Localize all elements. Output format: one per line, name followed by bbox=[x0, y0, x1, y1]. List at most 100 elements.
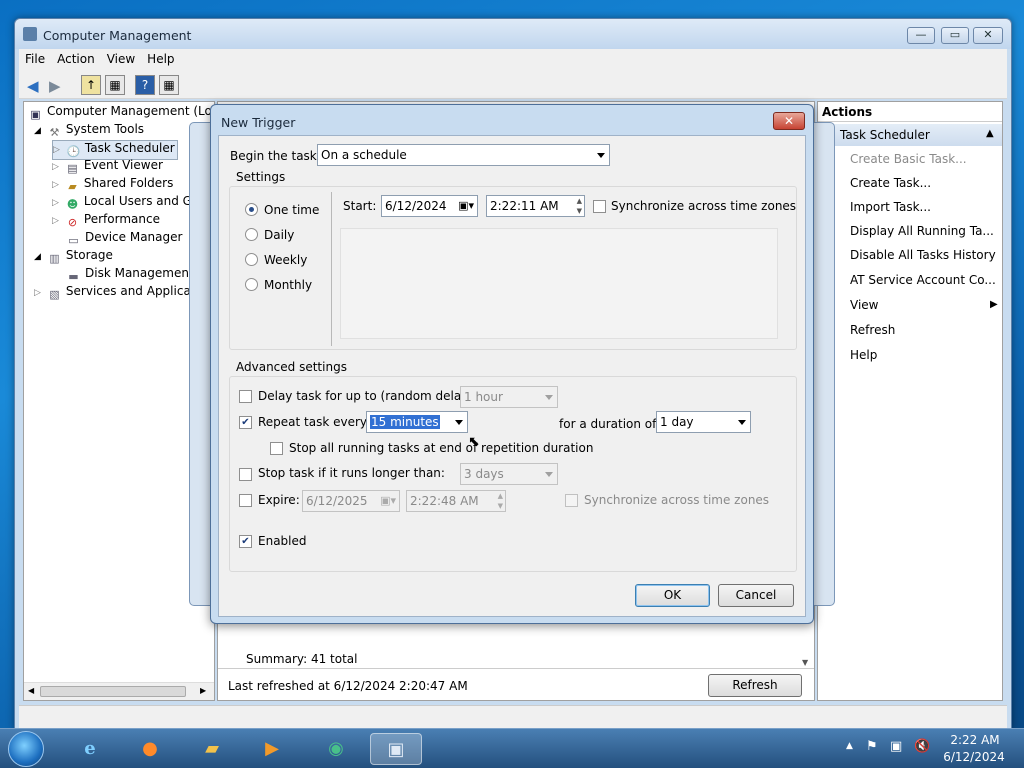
ok-button[interactable]: OK bbox=[635, 584, 710, 607]
tree-system-tools[interactable]: ◢ ⚒ System Tools bbox=[34, 122, 144, 140]
tree-storage[interactable]: ◢ ▥ Storage bbox=[34, 248, 113, 266]
action-create-basic-task[interactable]: Create Basic Task... bbox=[850, 152, 967, 166]
scroll-thumb[interactable] bbox=[40, 686, 186, 697]
up-folder-icon[interactable]: ↑ bbox=[81, 75, 101, 95]
expand-icon[interactable]: ▷ bbox=[53, 145, 60, 155]
tree-performance[interactable]: ▷ ⊘ Performance bbox=[52, 212, 160, 230]
expire-time-spinner[interactable]: 2:22:48 AM ▲ ▼ bbox=[406, 490, 506, 512]
radio-monthly[interactable] bbox=[245, 278, 258, 291]
tree-services-applications[interactable]: ▷ ▧ Services and Applicatio bbox=[34, 284, 206, 302]
action-display-running[interactable]: Display All Running Ta... bbox=[850, 224, 994, 238]
calendar-icon[interactable]: ▣▾ bbox=[458, 199, 474, 212]
tree-task-scheduler[interactable]: ▷ 🕒 Task Scheduler bbox=[52, 140, 178, 160]
stop-longer-checkbox[interactable] bbox=[239, 468, 252, 481]
show-hidden-icons-icon[interactable]: ▲ bbox=[846, 741, 853, 751]
close-button[interactable]: ✕ bbox=[973, 27, 1003, 44]
collapse-icon[interactable]: ◢ bbox=[34, 252, 41, 262]
expand-icon[interactable]: ▷ bbox=[52, 180, 59, 190]
tree-horizontal-scrollbar[interactable]: ◀ ▶ bbox=[24, 682, 214, 700]
sync-timezones-label[interactable]: Synchronize across time zones bbox=[611, 199, 796, 213]
stop-running-tasks-label[interactable]: Stop all running tasks at end of repetit… bbox=[289, 441, 593, 455]
radio-weekly[interactable] bbox=[245, 253, 258, 266]
network-icon[interactable]: ▣ bbox=[890, 739, 902, 754]
duration-select[interactable]: 1 day bbox=[656, 411, 751, 433]
action-refresh[interactable]: Refresh bbox=[850, 323, 895, 337]
stop-longer-select[interactable]: 3 days bbox=[460, 463, 558, 485]
radio-one-time[interactable] bbox=[245, 203, 258, 216]
delay-task-label[interactable]: Delay task for up to (random delay): bbox=[258, 389, 477, 403]
tree-computer-management[interactable]: ▣ Computer Management (Local bbox=[28, 104, 229, 122]
tree-shared-folders[interactable]: ▷ ▰ Shared Folders bbox=[52, 176, 173, 194]
delay-task-checkbox[interactable] bbox=[239, 390, 252, 403]
spinner-icon[interactable]: ▲ ▼ bbox=[577, 196, 582, 216]
stop-running-tasks-checkbox[interactable] bbox=[270, 442, 283, 455]
begin-task-select[interactable]: On a schedule bbox=[317, 144, 610, 166]
enabled-checkbox[interactable]: ✔ bbox=[239, 535, 252, 548]
window-titlebar[interactable]: Computer Management — ▭ ✕ bbox=[15, 19, 1011, 49]
clock-date[interactable]: 6/12/2024 bbox=[942, 750, 1006, 764]
firefox-icon[interactable]: ● bbox=[130, 733, 170, 765]
middle-refresh-button[interactable]: Refresh bbox=[708, 674, 802, 697]
radio-weekly-label[interactable]: Weekly bbox=[264, 253, 307, 267]
spinner-icon[interactable]: ▲ ▼ bbox=[498, 491, 503, 511]
start-time-spinner[interactable]: 2:22:11 AM ▲ ▼ bbox=[486, 195, 585, 217]
scroll-left-icon[interactable]: ◀ bbox=[28, 686, 34, 695]
action-help[interactable]: Help bbox=[850, 348, 877, 362]
actions-section-header[interactable]: Task Scheduler ▲ bbox=[818, 124, 1002, 146]
action-disable-history[interactable]: Disable All Tasks History bbox=[850, 248, 996, 262]
tree-local-users[interactable]: ▷ ☻ Local Users and Gro bbox=[52, 194, 204, 212]
help-icon[interactable]: ? bbox=[135, 75, 155, 95]
clock-time[interactable]: 2:22 AM bbox=[950, 733, 1000, 747]
expire-label[interactable]: Expire: bbox=[258, 493, 300, 507]
back-arrow-icon[interactable]: ◀ bbox=[27, 77, 39, 95]
expand-icon[interactable]: ▷ bbox=[34, 288, 41, 298]
maximize-button[interactable]: ▭ bbox=[941, 27, 969, 44]
start-button[interactable] bbox=[8, 731, 44, 767]
repeat-interval-select[interactable]: 15 minutes bbox=[366, 411, 468, 433]
radio-daily-label[interactable]: Daily bbox=[264, 228, 294, 242]
expire-sync-checkbox[interactable] bbox=[565, 494, 578, 507]
tree-disk-management[interactable]: ▬ Disk Management bbox=[66, 266, 193, 284]
repeat-task-checkbox[interactable]: ✔ bbox=[239, 416, 252, 429]
stop-longer-label[interactable]: Stop task if it runs longer than: bbox=[258, 466, 445, 480]
forward-arrow-icon[interactable]: ▶ bbox=[49, 77, 61, 95]
delay-select[interactable]: 1 hour bbox=[460, 386, 558, 408]
action-at-service-account[interactable]: AT Service Account Co... bbox=[850, 273, 996, 287]
scroll-down-icon[interactable]: ▼ bbox=[802, 658, 808, 667]
start-date-picker[interactable]: 6/12/2024 ▣▾ bbox=[381, 195, 478, 217]
file-explorer-icon[interactable]: ▰ bbox=[192, 733, 232, 765]
menu-file[interactable]: File bbox=[19, 49, 51, 66]
show-hide-action-pane-icon[interactable]: ▦ bbox=[159, 75, 179, 95]
menu-view[interactable]: View bbox=[101, 49, 141, 66]
expand-icon[interactable]: ▷ bbox=[52, 216, 59, 226]
menu-help[interactable]: Help bbox=[141, 49, 180, 66]
menu-action[interactable]: Action bbox=[51, 49, 101, 66]
expand-icon[interactable]: ▷ bbox=[52, 198, 59, 208]
collapse-icon[interactable]: ◢ bbox=[34, 126, 41, 136]
enabled-label[interactable]: Enabled bbox=[258, 534, 307, 548]
repeat-task-label[interactable]: Repeat task every: bbox=[258, 415, 370, 429]
computer-management-taskbar-icon[interactable]: ▣ bbox=[370, 733, 422, 765]
collapse-up-icon[interactable]: ▲ bbox=[986, 128, 994, 139]
cancel-button[interactable]: Cancel bbox=[718, 584, 794, 607]
tree-device-manager[interactable]: ▭ Device Manager bbox=[66, 230, 182, 248]
action-create-task[interactable]: Create Task... bbox=[850, 176, 931, 190]
action-view[interactable]: View bbox=[850, 298, 878, 312]
sync-timezones-checkbox[interactable] bbox=[593, 200, 606, 213]
internet-explorer-icon[interactable]: e bbox=[70, 733, 110, 765]
show-hide-tree-icon[interactable]: ▦ bbox=[105, 75, 125, 95]
radio-daily[interactable] bbox=[245, 228, 258, 241]
minimize-button[interactable]: — bbox=[907, 27, 935, 44]
scroll-right-icon[interactable]: ▶ bbox=[200, 686, 206, 695]
media-player-icon[interactable]: ▶ bbox=[252, 733, 292, 765]
radio-one-time-label[interactable]: One time bbox=[264, 203, 319, 217]
radio-monthly-label[interactable]: Monthly bbox=[264, 278, 312, 292]
tree-event-viewer[interactable]: ▷ ▤ Event Viewer bbox=[52, 158, 163, 176]
expire-date-picker[interactable]: 6/12/2025 ▣▾ bbox=[302, 490, 400, 512]
expire-sync-label[interactable]: Synchronize across time zones bbox=[584, 493, 769, 507]
volume-muted-icon[interactable]: 🔇 bbox=[914, 739, 930, 754]
action-import-task[interactable]: Import Task... bbox=[850, 200, 931, 214]
calendar-icon[interactable]: ▣▾ bbox=[380, 494, 396, 507]
expire-checkbox[interactable] bbox=[239, 494, 252, 507]
chat-app-icon[interactable]: ◉ bbox=[316, 733, 356, 765]
